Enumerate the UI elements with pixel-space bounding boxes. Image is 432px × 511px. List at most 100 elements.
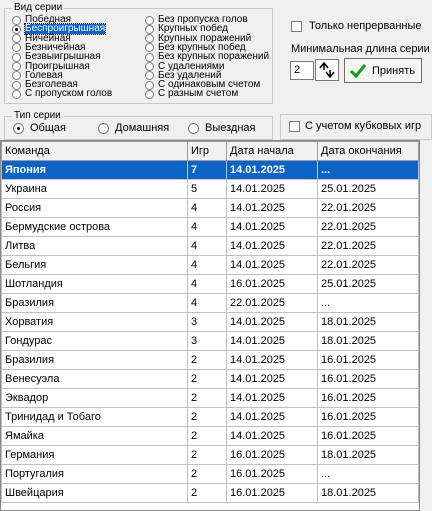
end-date-cell: 18.01.2025 [317, 331, 419, 351]
team-cell: Шотландия [1, 274, 188, 294]
radio-icon [145, 80, 154, 90]
table-body: Япония 7 14.01.2025... Украина 5 14.01.2025 25… [1, 160, 419, 503]
table-row[interactable]: Украина 5 14.01.2025 25.01.2025 [1, 179, 419, 199]
game-type-option-label: Общая [30, 122, 66, 134]
radio-icon [145, 24, 154, 34]
column-header-start-date[interactable]: Дата начала [226, 141, 318, 161]
table-row[interactable]: Шотландия 4 16.01.2025 25.01.2025 [1, 274, 419, 294]
table-row[interactable]: Бразилия 2 14.01.2025 16.01.2025 [1, 350, 419, 370]
start-date-cell: 16.01.2025 [226, 274, 318, 294]
table-row[interactable]: Германия 2 16.01.2025 18.01.2025 [1, 445, 419, 465]
table-row[interactable]: Япония 7 14.01.2025... [1, 160, 419, 180]
table-row[interactable]: Россия 4 14.01.2025 22.01.2025 [1, 198, 419, 218]
end-date-cell: 18.01.2025 [317, 445, 419, 465]
series-table[interactable]: Команда Игр Дата начала Дата окончания Я… [0, 140, 420, 511]
start-date-cell: 14.01.2025 [226, 388, 318, 408]
min-length-stepper[interactable] [315, 59, 339, 81]
team-cell: Ямайка [1, 426, 188, 446]
games-cell: 2 [187, 483, 227, 503]
games-cell: 2 [187, 445, 227, 465]
end-date-cell: 16.01.2025 [317, 426, 419, 446]
end-date-cell: 18.01.2025 [317, 312, 419, 332]
games-cell: 3 [187, 331, 227, 351]
radio-icon [12, 24, 21, 34]
start-date-cell: 14.01.2025 [226, 255, 318, 275]
apply-button[interactable]: Принять [344, 58, 422, 83]
start-date-cell: 16.01.2025 [226, 483, 318, 503]
start-date-cell: 14.01.2025 [226, 350, 318, 370]
start-date-cell: 14.01.2025 [226, 312, 318, 332]
end-date-cell: 16.01.2025 [317, 407, 419, 427]
start-date-cell: 14.01.2025 [226, 160, 318, 180]
end-date-cell: 18.01.2025 [317, 483, 419, 503]
table-row[interactable]: Бермудские острова 4 14.01.2025 22.01.2025 [1, 217, 419, 237]
games-cell: 4 [187, 274, 227, 294]
cup-games-checkbox[interactable] [289, 121, 300, 132]
team-cell: Япония [1, 160, 188, 180]
column-header-team[interactable]: Команда [1, 141, 188, 161]
table-row[interactable]: Хорватия 3 14.01.2025 18.01.2025 [1, 312, 419, 332]
games-cell: 3 [187, 312, 227, 332]
game-type-group-title: Тип серии [12, 110, 63, 122]
radio-icon [188, 122, 199, 134]
table-header: Команда Игр Дата начала Дата окончания [1, 141, 419, 161]
radio-icon [12, 43, 21, 53]
min-length-input[interactable]: 2 [290, 61, 314, 80]
radio-icon [12, 62, 21, 71]
radio-icon [145, 62, 154, 71]
games-cell: 2 [187, 350, 227, 370]
end-date-cell: 25.01.2025 [317, 179, 419, 199]
checkmark-icon [349, 63, 367, 78]
continuous-only-label: Только непрерванные [309, 20, 422, 32]
table-row[interactable]: Бразилия 4 22.01.2025... [1, 293, 419, 313]
game-type-option-label: Выездная [205, 122, 256, 134]
start-date-cell: 14.01.2025 [226, 198, 318, 218]
end-date-cell: ... [317, 464, 419, 484]
start-date-cell: 16.01.2025 [226, 445, 318, 465]
table-row[interactable]: Эквадор 2 14.01.2025 16.01.2025 [1, 388, 419, 408]
series-type-group: Вид серии Победная Беспроигрышная Ничейная… [4, 2, 273, 104]
start-date-cell: 16.01.2025 [226, 464, 318, 484]
end-date-cell: 22.01.2025 [317, 255, 419, 275]
vertical-scrollbar[interactable] [420, 140, 432, 511]
games-cell: 4 [187, 255, 227, 275]
table-row[interactable]: Венесуэла 2 14.01.2025 16.01.2025 [1, 369, 419, 389]
games-cell: 4 [187, 236, 227, 256]
table-row[interactable]: Швейцария 2 16.01.2025 18.01.2025 [1, 483, 419, 503]
radio-icon [12, 71, 21, 81]
radio-icon [145, 15, 154, 25]
column-header-end-date[interactable]: Дата окончания [317, 141, 419, 161]
team-cell: Венесуэла [1, 369, 188, 389]
team-cell: Бразилия [1, 293, 188, 313]
column-header-games[interactable]: Игр [187, 141, 227, 161]
continuous-only-checkbox[interactable] [291, 21, 302, 32]
series-type-option[interactable]: С разным счетом [145, 89, 238, 99]
game-type-option-total[interactable]: Общая [13, 122, 66, 134]
stepper-arrows-icon [319, 61, 335, 79]
team-cell: Эквадор [1, 388, 188, 408]
games-cell: 2 [187, 464, 227, 484]
game-type-option-home[interactable]: Домашняя [98, 122, 169, 134]
table-row[interactable]: Литва 4 14.01.2025 22.01.2025 [1, 236, 419, 256]
game-type-option-away[interactable]: Выездная [188, 122, 256, 134]
team-cell: Бельгия [1, 255, 188, 275]
end-date-cell: ... [317, 160, 419, 180]
radio-icon [12, 52, 21, 62]
table-row[interactable]: Гондурас 3 14.01.2025 18.01.2025 [1, 331, 419, 351]
cup-games-label: С учетом кубковых игр [305, 120, 422, 132]
table-row[interactable]: Ямайка 2 14.01.2025 16.01.2025 [1, 426, 419, 446]
table-row[interactable]: Бельгия 4 14.01.2025 22.01.2025 [1, 255, 419, 275]
end-date-cell: ... [317, 293, 419, 313]
table-row[interactable]: Португалия 2 16.01.2025... [1, 464, 419, 484]
team-cell: Бермудские острова [1, 217, 188, 237]
table-row[interactable]: Тринидад и Тобаго 2 14.01.2025 16.01.2025 [1, 407, 419, 427]
team-cell: Германия [1, 445, 188, 465]
radio-icon [12, 89, 21, 99]
games-cell: 5 [187, 179, 227, 199]
series-type-option-label: С пропуском голов [25, 88, 113, 100]
game-type-option-label: Домашняя [115, 122, 170, 134]
series-type-option[interactable]: С пропуском голов [12, 89, 112, 99]
apply-button-label: Принять [372, 64, 415, 77]
start-date-cell: 14.01.2025 [226, 407, 318, 427]
games-cell: 2 [187, 426, 227, 446]
